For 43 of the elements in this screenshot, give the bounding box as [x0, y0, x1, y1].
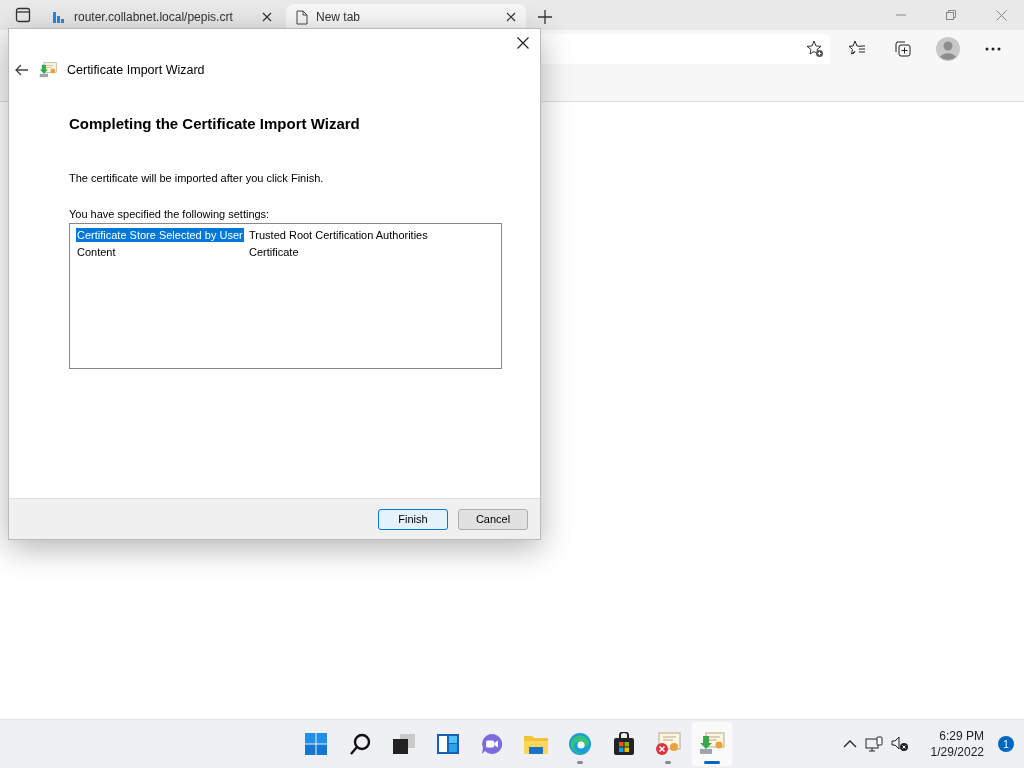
dialog-button[interactable]: Cancel: [458, 508, 528, 530]
chevron-up-icon[interactable]: [842, 740, 857, 748]
tab-actions-icon[interactable]: [15, 7, 31, 23]
dialog-title: Certificate Import Wizard: [67, 63, 205, 77]
setting-value: Certificate: [248, 244, 300, 259]
certificate-icon: [39, 61, 57, 79]
close-icon[interactable]: [506, 12, 516, 22]
dialog-button[interactable]: Finish: [378, 508, 448, 530]
setting-name[interactable]: Content: [76, 244, 117, 259]
muted-speaker-icon[interactable]: [890, 736, 909, 752]
favorites-icon[interactable]: [847, 40, 866, 58]
browser-icon: [568, 732, 592, 756]
four-squares-icon: [304, 732, 328, 756]
setting-value: Trusted Root Certification Authorities: [248, 227, 429, 242]
browser-tab[interactable]: New tab: [286, 4, 526, 30]
video-chat-icon: [480, 732, 504, 756]
certificate-error-icon: [655, 732, 681, 756]
wizard-heading: Completing the Certificate Import Wizard: [69, 115, 361, 132]
panels-icon: [436, 733, 460, 755]
certificate-icon: [699, 732, 725, 756]
notification-badge[interactable]: 1: [998, 736, 1014, 752]
browser-tab[interactable]: router.collabnet.local/pepis.crt: [42, 4, 282, 30]
overlapping-squares-icon: [392, 733, 416, 755]
message-text: The certificate will be imported after you click Finish.: [69, 172, 325, 184]
setting-name[interactable]: Certificate Store Selected by User: [76, 227, 244, 242]
settings-label: You have specified the following settings:: [69, 208, 271, 220]
more-icon[interactable]: [985, 47, 1002, 51]
profile-avatar[interactable]: [935, 37, 960, 61]
collections-icon[interactable]: [893, 40, 912, 58]
close-icon[interactable]: [517, 37, 529, 49]
network-icon[interactable]: [864, 735, 883, 753]
clock-date[interactable]: 1/29/2022: [930, 744, 984, 760]
bars-icon: [52, 10, 66, 24]
star-plus-icon[interactable]: [805, 40, 824, 58]
clock-time[interactable]: 6:29 PM: [939, 728, 984, 744]
shopping-bag-icon: [613, 732, 635, 756]
search-icon: [348, 732, 372, 756]
restore-icon[interactable]: [946, 10, 956, 20]
page-icon: [296, 9, 308, 25]
folder-icon: [523, 733, 549, 755]
close-icon[interactable]: [262, 12, 272, 22]
new-tab-icon[interactable]: [538, 10, 552, 24]
back-arrow-icon[interactable]: [15, 64, 29, 76]
